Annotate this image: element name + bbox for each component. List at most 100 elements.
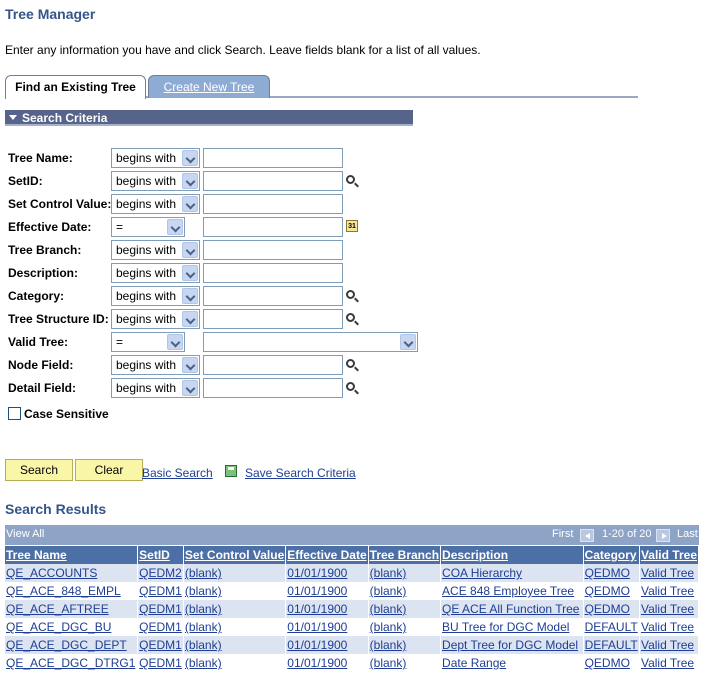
calendar-icon[interactable]: 31 [346,220,358,232]
setid-operator-select[interactable]: begins with [111,171,200,191]
first-page-link[interactable]: First [552,528,573,540]
set-control-value-link[interactable]: (blank) [185,584,222,598]
column-header-tree-name[interactable]: Tree Name [5,546,139,564]
tree-name-link[interactable]: QE_ACE_DGC_DEPT [6,638,127,652]
tab-create-new-tree[interactable]: Create New Tree [148,75,270,98]
setid-link[interactable]: QEDM1 [139,638,182,652]
column-header-tree-branch[interactable]: Tree Branch [368,546,442,564]
search-button[interactable]: Search [5,459,73,481]
tree-branch-link[interactable]: (blank) [370,584,407,598]
column-header-category[interactable]: Category [583,546,640,564]
last-page-link[interactable]: Last [677,528,698,540]
clear-button[interactable]: Clear [75,459,143,481]
effective-date-link[interactable]: 01/01/1900 [287,602,347,616]
column-header-set-control-value[interactable]: Set Control Value [183,546,287,564]
valid-tree-value-select[interactable] [203,332,418,352]
tree-name-operator-select[interactable]: begins with [111,148,200,168]
category-input[interactable] [203,286,343,306]
valid-tree-link[interactable]: Valid Tree [641,566,694,580]
valid-tree-link[interactable]: Valid Tree [641,584,694,598]
column-header-effective-date[interactable]: Effective Date [285,546,369,564]
detail-field-lookup-icon[interactable] [346,382,355,391]
valid-tree-link[interactable]: Valid Tree [641,602,694,616]
tree-structure-id-lookup-icon[interactable] [346,313,355,322]
description-link[interactable]: ACE 848 Employee Tree [442,584,574,598]
setid-link[interactable]: QEDM1 [139,584,182,598]
description-operator-select[interactable]: begins with [111,263,200,283]
tree-branch-link[interactable]: (blank) [370,566,407,580]
tree-structure-id-operator-select[interactable]: begins with [111,309,200,329]
tree-name-input[interactable] [203,148,343,168]
valid-tree-link[interactable]: Valid Tree [641,620,694,634]
node-field-lookup-icon[interactable] [346,359,355,368]
category-link[interactable]: QEDMO [585,602,630,616]
effective-date-link[interactable]: 01/01/1900 [287,566,347,580]
set-control-value-input[interactable] [203,194,343,214]
valid-tree-operator-select[interactable]: = [111,332,185,352]
setid-link[interactable]: QEDM1 [139,656,182,670]
category-lookup-icon[interactable] [346,290,355,299]
tree-branch-link[interactable]: (blank) [370,602,407,616]
effective-date-input[interactable] [203,217,343,237]
tree-branch-link[interactable]: (blank) [370,638,407,652]
set-control-value-link[interactable]: (blank) [185,566,222,580]
category-link[interactable]: DEFAULT [585,638,638,652]
valid-tree-link[interactable]: Valid Tree [641,656,694,670]
detail-field-input[interactable] [203,378,343,398]
category-link[interactable]: QEDMO [585,584,630,598]
set-control-value-link[interactable]: (blank) [185,620,222,634]
column-header-valid-tree[interactable]: Valid Tree [639,546,700,564]
description-link[interactable]: Date Range [442,656,506,670]
setid-input[interactable] [203,171,343,191]
setid-link[interactable]: QEDM2 [139,566,182,580]
set-control-value-operator-select[interactable]: begins with [111,194,200,214]
case-sensitive-checkbox[interactable] [8,407,21,420]
basic-search-link[interactable]: Basic Search [142,466,213,480]
tree-name-link[interactable]: QE_ACE_DGC_BU [6,620,111,634]
node-field-input[interactable] [203,355,343,375]
effective-date-link[interactable]: 01/01/1900 [287,638,347,652]
tree-name-link[interactable]: QE_ACE_848_EMPL [6,584,121,598]
detail-field-operator-select[interactable]: begins with [111,378,200,398]
description-link[interactable]: QE ACE All Function Tree [442,602,579,616]
description-link[interactable]: COA Hierarchy [442,566,522,580]
previous-page-icon[interactable] [580,529,594,542]
table-row: QE_ACE_DGC_BU QEDM1 (blank) 01/01/1900 (… [5,618,700,636]
description-link[interactable]: BU Tree for DGC Model [442,620,569,634]
setid-link[interactable]: QEDM1 [139,602,182,616]
tree-branch-input[interactable] [203,240,343,260]
category-link[interactable]: DEFAULT [585,620,638,634]
column-header-description[interactable]: Description [440,546,584,564]
view-all-link[interactable]: View All [6,528,44,540]
search-criteria-header[interactable]: Search Criteria [5,110,413,126]
category-link[interactable]: QEDMO [585,566,630,580]
set-control-value-link[interactable]: (blank) [185,638,222,652]
tree-structure-id-input[interactable] [203,309,343,329]
effective-date-operator-select[interactable]: = [111,217,185,237]
category-operator-select[interactable]: begins with [111,286,200,306]
node-field-operator-select[interactable]: begins with [111,355,200,375]
tree-branch-link[interactable]: (blank) [370,620,407,634]
setid-link[interactable]: QEDM1 [139,620,182,634]
tree-name-link[interactable]: QE_ACE_DGC_DTRG1 [6,656,135,670]
effective-date-link[interactable]: 01/01/1900 [287,584,347,598]
tree-branch-operator-select[interactable]: begins with [111,240,200,260]
column-header-setid[interactable]: SetID [137,546,184,564]
tree-branch-link[interactable]: (blank) [370,656,407,670]
description-link[interactable]: Dept Tree for DGC Model [442,638,578,652]
save-search-criteria-link[interactable]: Save Search Criteria [245,466,356,480]
setid-lookup-icon[interactable] [346,175,355,184]
page-title: Tree Manager [5,6,96,22]
category-link[interactable]: QEDMO [585,656,630,670]
tab-find-existing-tree[interactable]: Find an Existing Tree [5,75,146,99]
valid-tree-link[interactable]: Valid Tree [641,638,694,652]
effective-date-link[interactable]: 01/01/1900 [287,656,347,670]
next-page-icon[interactable] [656,529,670,542]
description-input[interactable] [203,263,343,283]
tree-name-link[interactable]: QE_ACCOUNTS [6,566,97,580]
set-control-value-link[interactable]: (blank) [185,656,222,670]
save-icon[interactable] [225,465,237,477]
effective-date-link[interactable]: 01/01/1900 [287,620,347,634]
set-control-value-link[interactable]: (blank) [185,602,222,616]
tree-name-link[interactable]: QE_ACE_AFTREE [6,602,109,616]
